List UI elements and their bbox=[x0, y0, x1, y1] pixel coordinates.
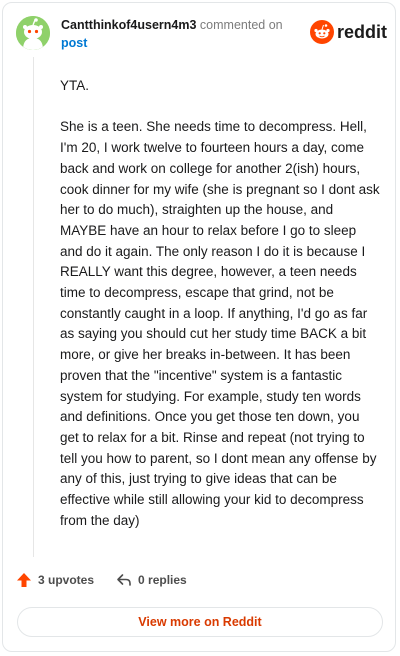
reddit-logo[interactable]: reddit bbox=[310, 20, 387, 44]
comment-body: YTA. She is a teen. She needs time to de… bbox=[60, 76, 380, 552]
comment-meta: Cantthinkof4usern4m3 commented on post bbox=[61, 16, 301, 52]
user-avatar[interactable] bbox=[16, 16, 50, 50]
thread-line bbox=[33, 57, 34, 557]
post-link[interactable]: post bbox=[61, 36, 87, 50]
comment-paragraph: She is a teen. She needs time to decompr… bbox=[60, 119, 380, 528]
comment-paragraph: YTA. bbox=[60, 78, 90, 93]
arrow-up-icon bbox=[17, 573, 31, 587]
view-more-button[interactable]: View more on Reddit bbox=[17, 607, 383, 637]
reddit-wordmark: reddit bbox=[337, 21, 388, 42]
upvote-button[interactable]: 3 upvotes bbox=[16, 572, 94, 588]
reply-count: 0 replies bbox=[138, 573, 187, 587]
username[interactable]: Cantthinkof4usern4m3 bbox=[61, 18, 196, 32]
comment-actions: 3 upvotes 0 replies bbox=[16, 572, 209, 588]
reddit-alien-icon bbox=[310, 20, 334, 44]
upvote-count: 3 upvotes bbox=[38, 573, 95, 587]
reply-icon bbox=[117, 574, 131, 586]
reply-button[interactable]: 0 replies bbox=[116, 572, 187, 588]
commented-on-text: commented on bbox=[196, 18, 283, 32]
snoo-avatar-icon bbox=[16, 16, 50, 50]
